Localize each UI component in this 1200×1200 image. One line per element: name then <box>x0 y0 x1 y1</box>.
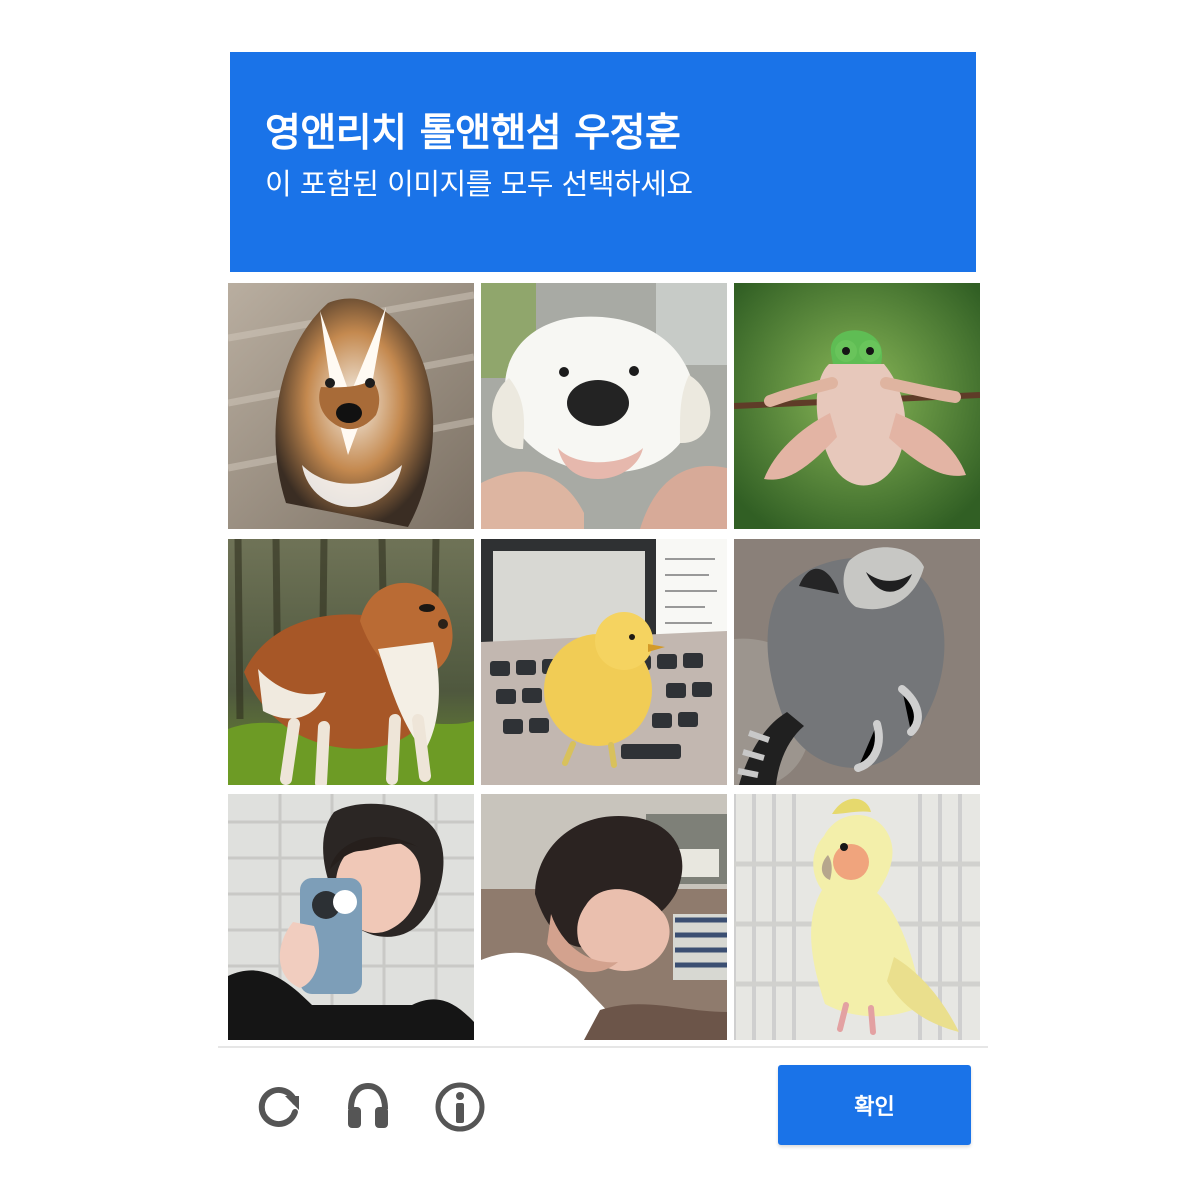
frog-image <box>734 283 980 529</box>
info-icon[interactable] <box>431 1078 489 1136</box>
image-tile-sheltie[interactable] <box>228 283 474 529</box>
chick-image <box>481 539 727 785</box>
refresh-icon[interactable] <box>250 1078 308 1136</box>
headphones-icon[interactable] <box>339 1078 397 1136</box>
image-tile-collie[interactable] <box>228 539 474 785</box>
person-selfie-image <box>228 794 474 1040</box>
person-sleeping-image <box>481 794 727 1040</box>
image-tile-person-mirror-selfie[interactable] <box>228 794 474 1040</box>
image-tile-raccoon[interactable] <box>734 539 980 785</box>
collie-image <box>228 539 474 785</box>
image-tile-frog[interactable] <box>734 283 980 529</box>
confirm-button[interactable]: 확인 <box>778 1065 971 1145</box>
raccoon-image <box>734 539 980 785</box>
captcha-title: 영앤리치 톨앤핸섬 우정훈 <box>265 111 681 156</box>
image-tile-puppy[interactable] <box>481 283 727 529</box>
cockatiel-image <box>734 794 980 1040</box>
captcha-dialog: 영앤리치 톨앤핸섬 우정훈 이 포함된 이미지를 모두 선택하세요 확인 <box>218 52 988 1162</box>
image-tile-cockatiel[interactable] <box>734 794 980 1040</box>
captcha-instructions: 이 포함된 이미지를 모두 선택하세요 <box>265 166 693 201</box>
image-grid <box>228 283 980 1040</box>
image-tile-person-sleeping[interactable] <box>481 794 727 1040</box>
captcha-header: 영앤리치 톨앤핸섬 우정훈 이 포함된 이미지를 모두 선택하세요 <box>230 52 976 272</box>
image-tile-chick-on-laptop[interactable] <box>481 539 727 785</box>
puppy-image <box>481 283 727 529</box>
sheltie-image <box>228 283 474 529</box>
footer-divider <box>218 1046 988 1048</box>
